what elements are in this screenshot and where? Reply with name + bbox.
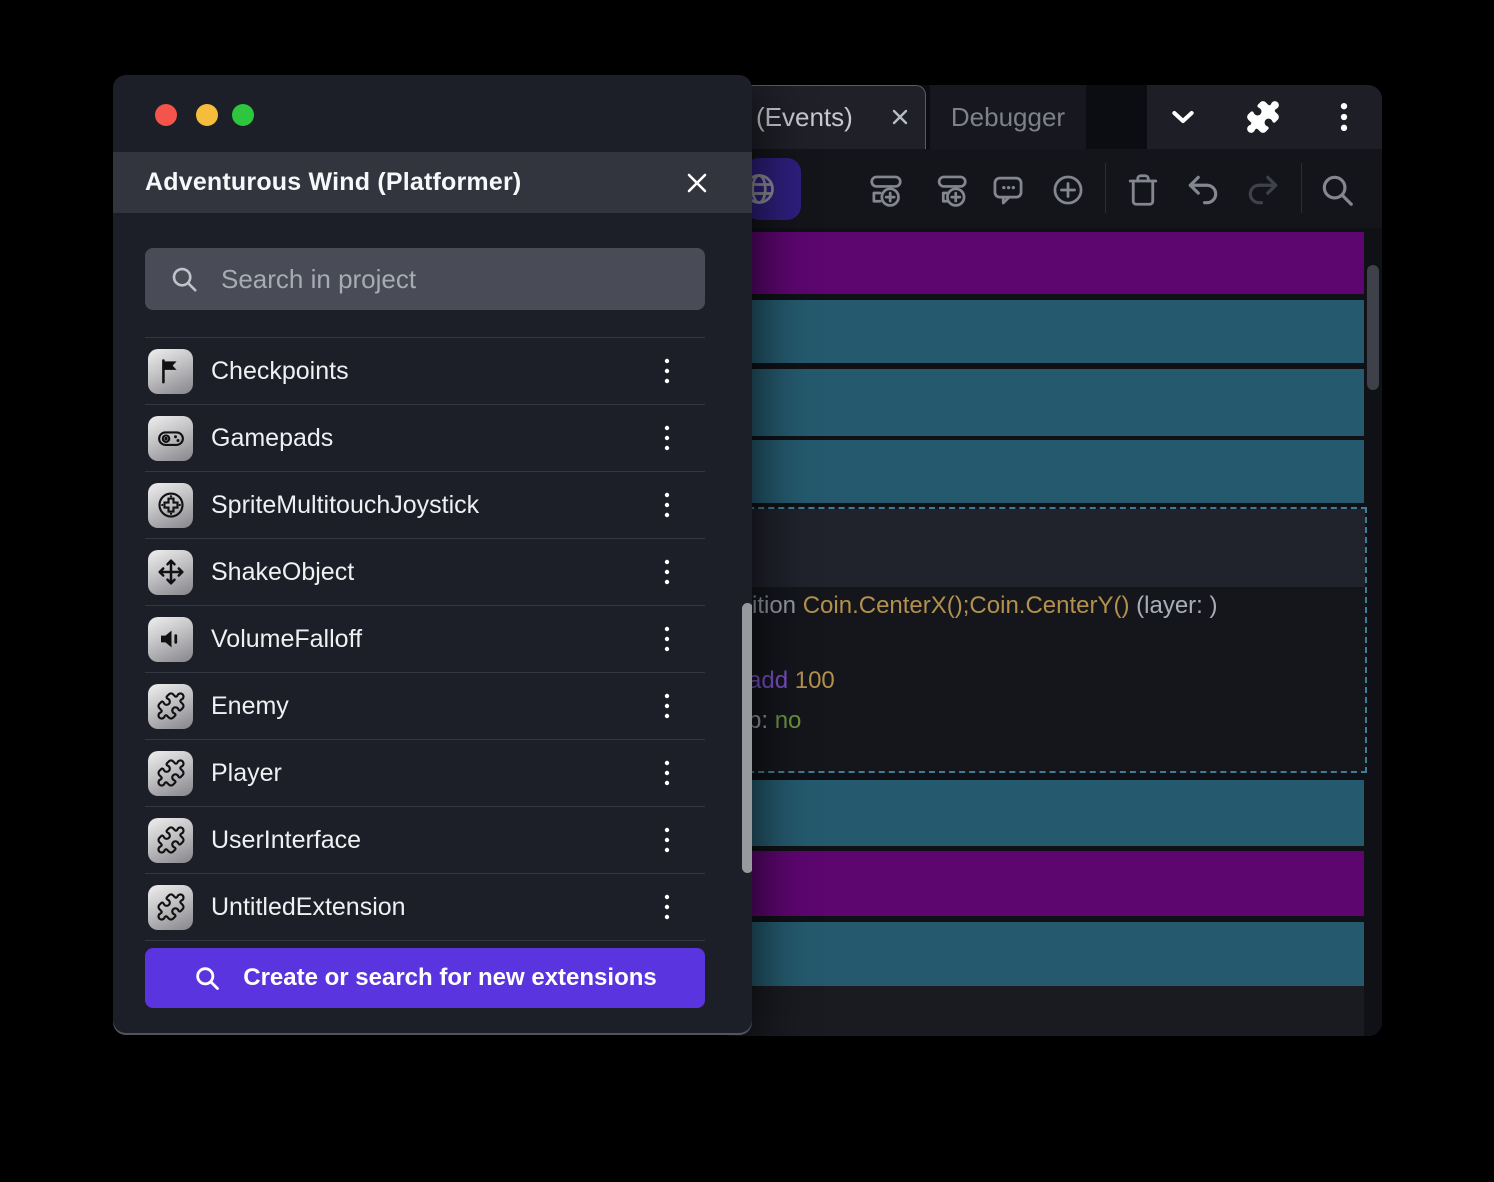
action-text: ition xyxy=(752,592,803,619)
dialog-scrollbar-thumb[interactable] xyxy=(742,603,752,873)
create-extension-label: Create or search for new extensions xyxy=(243,964,657,991)
events-toolbar xyxy=(718,149,1382,228)
kebab-menu-icon[interactable] xyxy=(647,619,687,659)
toolbar-separator xyxy=(1301,163,1302,213)
events-editor-window: (Events) Debugger ition Coin.CenterX();C… xyxy=(718,85,1382,1036)
puzzle-icon xyxy=(148,750,193,796)
kebab-menu-icon[interactable] xyxy=(647,686,687,726)
event-action-line[interactable]: p: no xyxy=(748,707,801,735)
event-row[interactable] xyxy=(718,300,1364,363)
kebab-menu-icon[interactable] xyxy=(647,418,687,458)
create-extension-button[interactable]: Create or search for new extensions xyxy=(145,948,705,1008)
list-item-label: Checkpoints xyxy=(211,356,349,385)
move-arrows-icon xyxy=(148,549,193,595)
list-item-untitledextension[interactable]: UntitledExtension xyxy=(145,873,705,940)
list-item-volumefalloff[interactable]: VolumeFalloff xyxy=(145,605,705,672)
macos-minimize-button[interactable] xyxy=(196,104,218,126)
chevron-down-icon[interactable] xyxy=(1160,94,1206,140)
puzzle-icon xyxy=(148,817,193,863)
event-row[interactable] xyxy=(718,232,1364,294)
joystick-icon xyxy=(148,482,193,528)
add-circle-icon[interactable] xyxy=(1049,171,1087,209)
add-subevent-icon[interactable] xyxy=(932,171,970,209)
dialog-header: Adventurous Wind (Platformer) xyxy=(113,152,752,213)
add-comment-icon[interactable] xyxy=(989,171,1027,209)
undo-icon[interactable] xyxy=(1184,171,1222,209)
search-input[interactable] xyxy=(219,262,663,296)
event-row[interactable] xyxy=(718,369,1364,436)
project-manager-dialog: Adventurous Wind (Platformer) Checkpoint… xyxy=(113,75,752,1035)
window-header-actions xyxy=(1147,85,1382,149)
close-icon[interactable] xyxy=(683,169,711,197)
event-row[interactable] xyxy=(718,922,1364,986)
list-item-label: UserInterface xyxy=(211,825,362,854)
list-item-player[interactable]: Player xyxy=(145,739,705,806)
trash-icon[interactable] xyxy=(1124,171,1162,209)
macos-zoom-button[interactable] xyxy=(232,104,254,126)
action-value: 100 xyxy=(794,667,835,694)
search-icon xyxy=(172,267,197,292)
speaker-icon xyxy=(148,616,193,662)
selected-event-block[interactable]: ition Coin.CenterX();Coin.CenterY() (lay… xyxy=(718,507,1367,773)
extension-list: Checkpoints Gamepads SpriteMultitouchJoy… xyxy=(145,337,705,941)
list-item-label: Player xyxy=(211,758,282,787)
event-row[interactable] xyxy=(718,780,1364,846)
action-text: p: xyxy=(748,707,775,734)
project-search[interactable] xyxy=(145,248,705,310)
action-keyword: add xyxy=(748,667,795,694)
close-icon[interactable] xyxy=(889,106,911,128)
puzzle-icon xyxy=(148,683,193,729)
tab-bar: (Events) Debugger xyxy=(718,85,1382,149)
tab-debugger[interactable]: Debugger xyxy=(930,85,1086,149)
action-layer: (layer: ) xyxy=(1129,592,1218,619)
kebab-menu-icon[interactable] xyxy=(647,351,687,391)
list-item-shakeobject[interactable]: ShakeObject xyxy=(145,538,705,605)
events-sheet: ition Coin.CenterX();Coin.CenterY() (lay… xyxy=(718,228,1382,1036)
list-item-label: VolumeFalloff xyxy=(211,624,363,653)
search-icon xyxy=(196,967,220,990)
kebab-menu-icon[interactable] xyxy=(647,820,687,860)
puzzle-icon[interactable] xyxy=(1240,94,1286,140)
action-expression: Coin.CenterX();Coin.CenterY() xyxy=(802,592,1130,619)
list-item-gamepads[interactable]: Gamepads xyxy=(145,404,705,471)
editor-scrollbar-thumb[interactable] xyxy=(1367,265,1379,390)
flag-icon xyxy=(148,348,193,394)
choose-object-button[interactable] xyxy=(745,158,801,220)
event-row[interactable] xyxy=(718,440,1364,503)
kebab-menu-icon[interactable] xyxy=(647,485,687,525)
event-action-line[interactable]: add 100 xyxy=(748,667,835,695)
list-item-label: Gamepads xyxy=(211,423,334,452)
event-action-line[interactable]: ition Coin.CenterX();Coin.CenterY() (lay… xyxy=(752,592,1218,620)
list-item-label: Enemy xyxy=(211,691,289,720)
list-item-label: UntitledExtension xyxy=(211,892,406,921)
kebab-menu-icon[interactable] xyxy=(1321,94,1367,140)
kebab-menu-icon[interactable] xyxy=(647,552,687,592)
project-title: Adventurous Wind (Platformer) xyxy=(145,168,522,196)
gamepad-icon xyxy=(148,415,193,461)
tab-debugger-label: Debugger xyxy=(950,101,1066,132)
redo-icon[interactable] xyxy=(1244,171,1282,209)
toolbar-separator xyxy=(1105,163,1106,213)
event-row[interactable] xyxy=(718,851,1364,916)
list-item-checkpoints[interactable]: Checkpoints xyxy=(145,337,705,404)
kebab-menu-icon[interactable] xyxy=(647,753,687,793)
macos-close-button[interactable] xyxy=(155,104,177,126)
tab-events-label: (Events) xyxy=(756,102,853,132)
add-event-icon[interactable] xyxy=(867,171,905,209)
list-item-label: ShakeObject xyxy=(211,557,355,586)
list-item-enemy[interactable]: Enemy xyxy=(145,672,705,739)
list-item-joystick[interactable]: SpriteMultitouchJoystick xyxy=(145,471,705,538)
list-item-label: SpriteMultitouchJoystick xyxy=(211,490,480,519)
kebab-menu-icon[interactable] xyxy=(647,887,687,927)
puzzle-icon xyxy=(148,884,193,930)
list-item-userinterface[interactable]: UserInterface xyxy=(145,806,705,873)
action-value: no xyxy=(774,707,802,734)
events-sheet-footer xyxy=(718,986,1364,1036)
event-conditions-area[interactable] xyxy=(720,509,1365,587)
search-icon[interactable] xyxy=(1318,171,1356,209)
